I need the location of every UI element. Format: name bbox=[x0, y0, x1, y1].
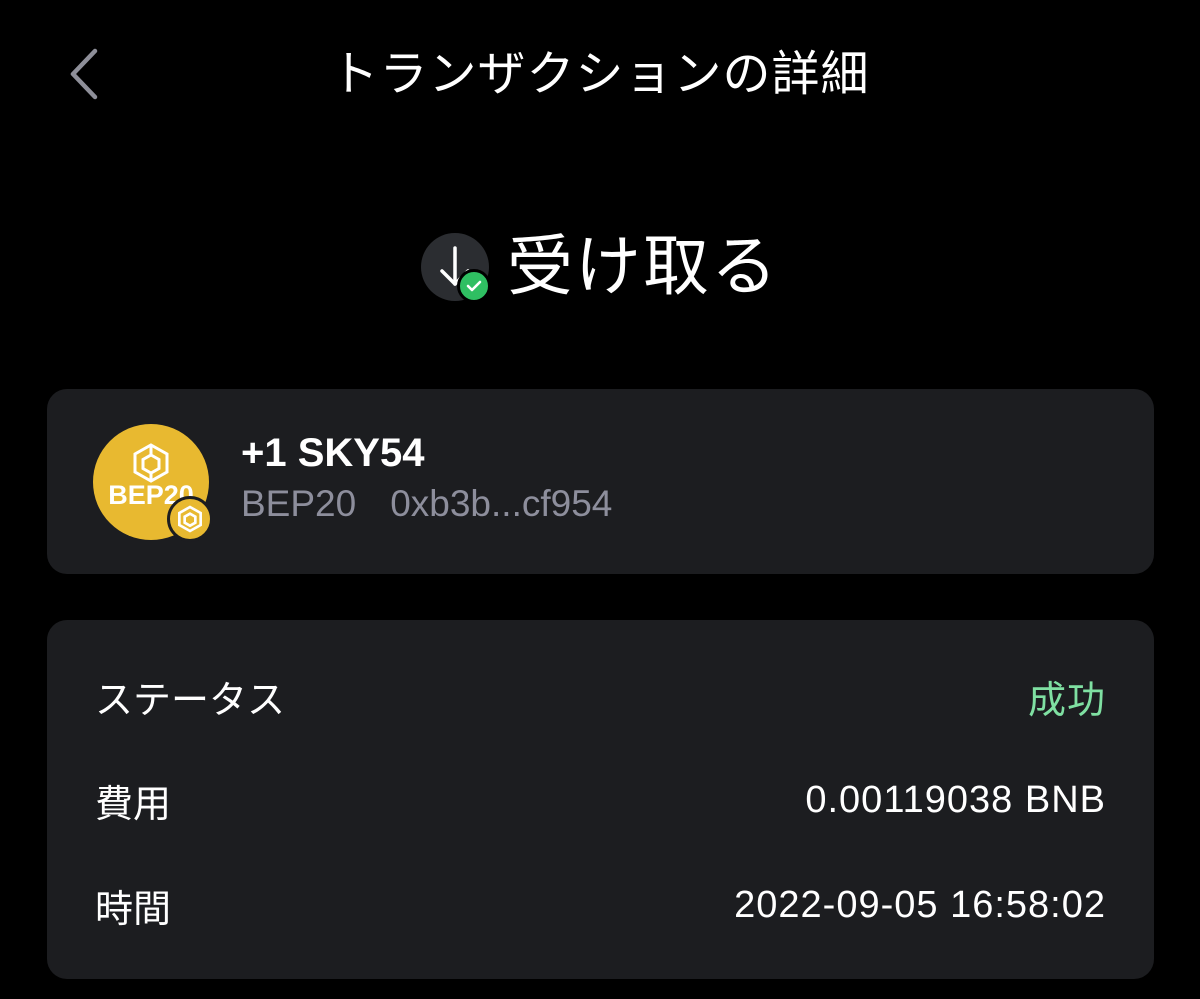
header: トランザクションの詳細 bbox=[0, 0, 1200, 150]
token-card: BEP20 +1 SKY54 BEP20 0xb3b...cf954 bbox=[47, 389, 1154, 574]
time-label: 時間 bbox=[95, 886, 172, 931]
fee-value: 0.00119038 BNB bbox=[805, 778, 1106, 821]
fee-label: 費用 bbox=[95, 781, 172, 826]
status-value: 成功 bbox=[1027, 677, 1106, 722]
check-badge bbox=[457, 269, 491, 303]
bnb-cube-icon bbox=[133, 443, 169, 483]
fee-row: 費用 0.00119038 BNB bbox=[95, 770, 1106, 830]
status-row: ステータス 成功 bbox=[95, 666, 1106, 726]
page-title: トランザクションの詳細 bbox=[330, 46, 870, 102]
token-amount: +1 SKY54 bbox=[241, 431, 425, 475]
check-icon bbox=[466, 280, 482, 292]
token-logo: BEP20 bbox=[93, 424, 213, 542]
token-contract-address[interactable]: 0xb3b...cf954 bbox=[390, 483, 612, 524]
time-row: 時間 2022-09-05 16:58:02 bbox=[95, 875, 1106, 935]
chain-badge bbox=[167, 496, 213, 542]
receive-status-icon bbox=[421, 233, 491, 303]
token-network: BEP20 bbox=[241, 483, 357, 524]
time-value: 2022-09-05 16:58:02 bbox=[734, 883, 1106, 926]
transaction-type: 受け取る bbox=[0, 222, 1200, 312]
status-label: ステータス bbox=[95, 677, 286, 722]
details-card: ステータス 成功 費用 0.00119038 BNB 時間 2022-09-05… bbox=[47, 620, 1154, 979]
bnb-chain-icon bbox=[178, 505, 202, 533]
transaction-type-label: 受け取る bbox=[507, 228, 779, 305]
token-subtitle: BEP20 0xb3b...cf954 bbox=[241, 479, 612, 529]
